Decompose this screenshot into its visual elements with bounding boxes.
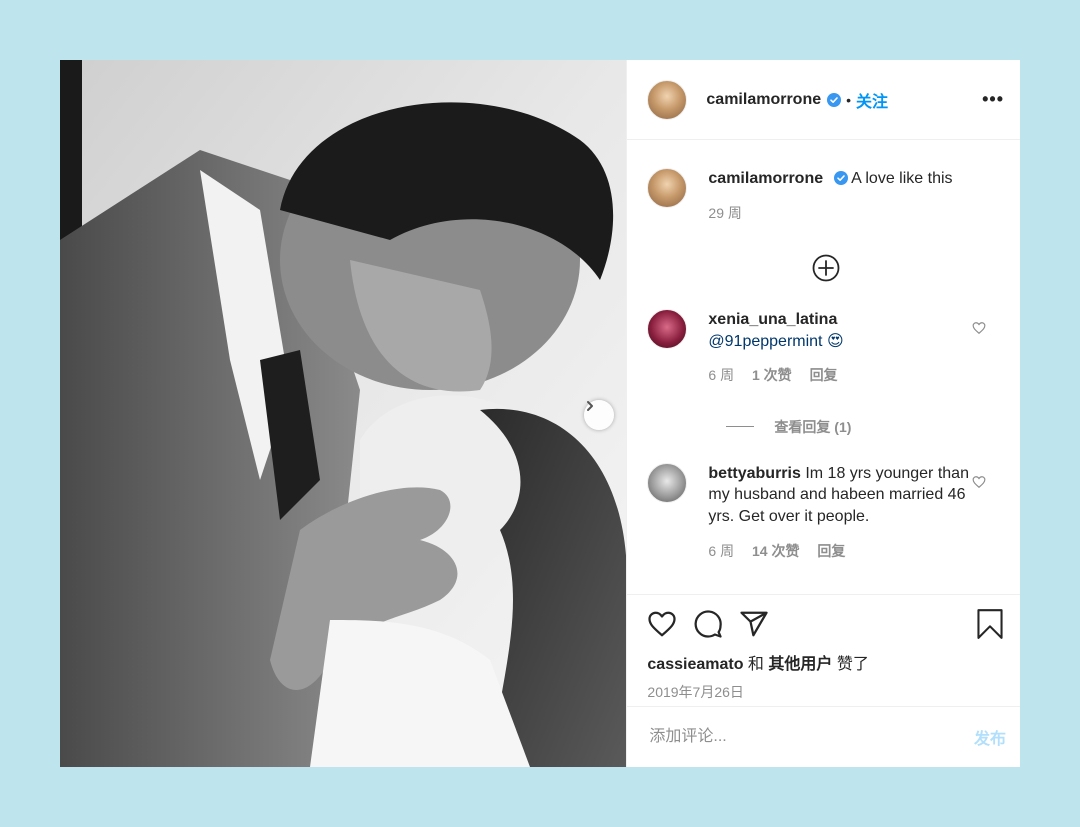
comment-text: @91peppermint 😍 <box>708 332 844 350</box>
comment: bettyaburris Im 18 yrs younger than my h… <box>647 462 1004 563</box>
comment-time[interactable]: 6 周 <box>708 367 734 383</box>
view-replies-button[interactable]: 查看回复 (1) <box>726 417 1004 437</box>
reply-button[interactable]: 回复 <box>810 367 838 383</box>
comment-input[interactable] <box>647 727 974 747</box>
likes-and: 和 <box>747 656 764 673</box>
comment-body: bettyaburris Im 18 yrs younger than my h… <box>708 463 976 563</box>
photo-illustration <box>60 60 627 767</box>
separator-dot: • <box>846 91 852 108</box>
comment-time[interactable]: 6 周 <box>708 543 734 559</box>
avatar[interactable] <box>647 168 688 208</box>
comments-list: camilamorrone A love like this 29 周 xeni… <box>627 140 1020 594</box>
caption-username[interactable]: camilamorrone <box>708 170 823 187</box>
comment-icon[interactable] <box>693 609 723 639</box>
verified-badge-icon <box>827 92 842 107</box>
post-header: camilamorrone • 关注 ••• <box>627 60 1020 140</box>
divider <box>726 426 755 427</box>
comment-username[interactable]: bettyaburris <box>708 465 800 482</box>
chevron-right-icon <box>587 401 593 411</box>
view-replies-label[interactable]: 查看回复 (1) <box>774 417 851 437</box>
plus-circle-icon[interactable] <box>812 254 840 282</box>
likes-summary: cassieamato 和 其他用户 赞了 <box>647 650 1004 674</box>
caption-body: camilamorrone A love like this 29 周 <box>708 168 976 224</box>
comment-body: xenia_una_latina @91peppermint 😍 6 周 1 次… <box>708 309 976 387</box>
avatar[interactable] <box>647 462 688 503</box>
action-icons <box>647 607 1004 641</box>
avatar[interactable] <box>647 79 688 120</box>
post-photo[interactable] <box>60 60 627 767</box>
follow-button[interactable]: 关注 <box>856 88 888 112</box>
comment-meta: 6 周 1 次赞 回复 <box>708 365 976 387</box>
reply-button[interactable]: 回复 <box>817 543 845 559</box>
verified-badge-icon <box>833 171 848 185</box>
post-side-panel: camilamorrone • 关注 ••• camilamorrone A l… <box>626 60 1020 767</box>
caption-text: A love like this <box>851 170 953 187</box>
caption-time[interactable]: 29 周 <box>708 205 741 221</box>
other-likers-link[interactable]: 其他用户 <box>768 656 832 673</box>
post-date[interactable]: 2019年7月26日 <box>647 682 1004 702</box>
more-options-icon[interactable]: ••• <box>982 89 1004 110</box>
comment-meta: 6 周 14 次赞 回复 <box>708 541 976 563</box>
next-photo-button[interactable] <box>584 400 614 430</box>
liker-username[interactable]: cassieamato <box>647 656 743 673</box>
avatar[interactable] <box>647 309 688 349</box>
post-card: camilamorrone • 关注 ••• camilamorrone A l… <box>60 60 1020 767</box>
bookmark-icon[interactable] <box>976 609 1004 639</box>
like-heart-icon[interactable] <box>647 609 677 639</box>
heart-icon[interactable] <box>972 475 986 489</box>
heart-icon[interactable] <box>972 321 986 335</box>
caption: camilamorrone A love like this 29 周 <box>647 168 1004 224</box>
post-actions: cassieamato 和 其他用户 赞了 2019年7月26日 <box>627 594 1020 706</box>
post-comment-button[interactable]: 发布 <box>974 725 1006 749</box>
header-username[interactable]: camilamorrone <box>706 91 821 109</box>
share-icon[interactable] <box>739 609 769 639</box>
likes-suffix: 赞了 <box>836 656 869 673</box>
comment-likes[interactable]: 14 次赞 <box>752 543 799 559</box>
comment-username[interactable]: xenia_una_latina <box>708 309 976 331</box>
caption-meta: 29 周 <box>708 203 976 225</box>
add-comment-bar: 发布 <box>627 706 1020 767</box>
comment-likes[interactable]: 1 次赞 <box>752 367 792 383</box>
load-more-comments[interactable] <box>647 254 1004 284</box>
comment: xenia_una_latina @91peppermint 😍 6 周 1 次… <box>647 309 1004 387</box>
